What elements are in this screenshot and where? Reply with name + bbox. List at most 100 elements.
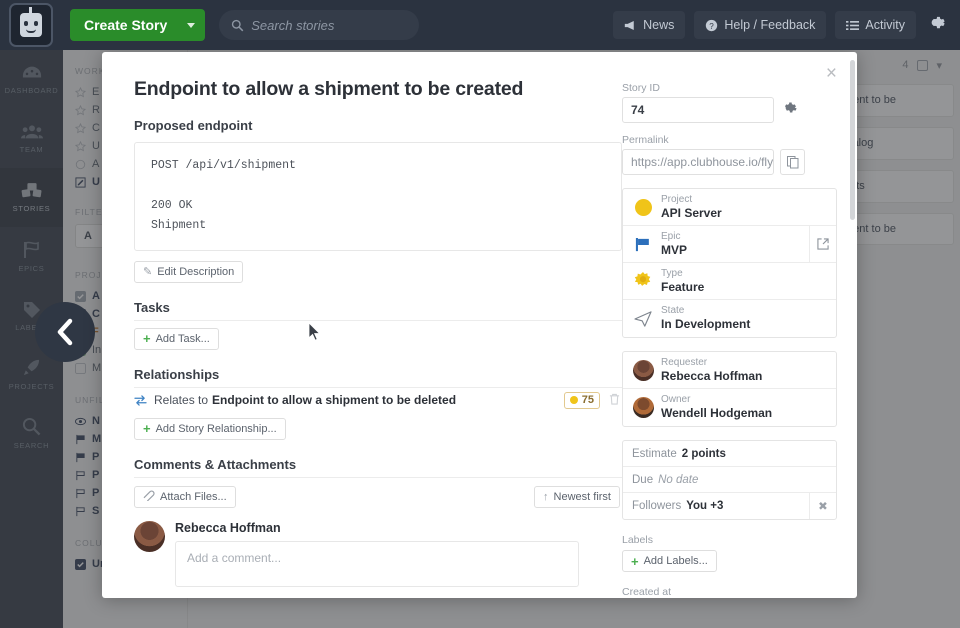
project-dot-icon [632,198,654,216]
create-story-label: Create Story [84,17,168,33]
comment-composer: Rebecca Hoffman Add a comment... [134,520,622,587]
comments-toolbar: Attach Files... ↑ Newest first [134,485,620,508]
person-value: Rebecca Hoffman [661,368,763,383]
plus-icon: + [631,553,639,569]
attribute-row-type[interactable]: Type Feature [623,263,836,300]
collapse-panel-button[interactable] [35,302,95,362]
attribute-row-epic[interactable]: Epic MVP [623,226,836,263]
chevron-left-icon [57,318,73,346]
story-id-row: 74 [622,97,837,123]
story-id-value[interactable]: 74 [622,97,774,123]
attribute-value: In Development [661,317,751,332]
relationship-verb: Relates to [154,393,209,407]
comments-sort-button[interactable]: ↑ Newest first [534,485,620,508]
attribute-row-state[interactable]: State In Development [623,300,836,337]
add-story-relationship-label: Add Story Relationship... [155,422,277,435]
comments-sort-label: Newest first [553,490,611,503]
person-row-requester[interactable]: Requester Rebecca Hoffman [623,352,836,389]
due-value: No date [658,473,699,486]
story-settings-gear-icon[interactable] [783,99,800,121]
plus-icon: + [143,331,151,346]
estimate-row[interactable]: Estimate 2 points [623,441,836,467]
open-external-icon[interactable] [809,226,836,262]
relationship-badge-value: 75 [581,394,594,406]
chevron-down-icon[interactable] [187,22,196,28]
copy-permalink-icon[interactable] [780,149,805,175]
created-at-label: Created at [622,586,672,598]
due-label: Due [632,473,654,486]
news-label: News [643,18,675,32]
close-icon[interactable]: × [826,64,837,83]
relationships-heading: Relationships [134,367,622,388]
person-row-owner[interactable]: Owner Wendell Hodgeman [623,389,836,426]
status-dot-icon [569,396,578,404]
modal-scrollbar[interactable] [850,60,855,220]
description-code-block: POST /api/v1/shipment 200 OK Shipment [134,142,622,251]
megaphone-icon [624,20,634,30]
due-row[interactable]: Due No date [623,467,836,493]
avatar[interactable] [134,520,165,552]
delete-relationship-icon[interactable] [609,393,620,408]
activity-button[interactable]: Activity [835,11,916,39]
permalink-row: https://app.clubhouse.io/flyi... [622,149,837,175]
attribute-label: Type [661,267,683,279]
attach-files-button[interactable]: Attach Files... [134,485,236,508]
attribute-value: API Server [661,205,722,220]
comments-heading: Comments & Attachments [134,457,622,478]
comment-author-name: Rebecca Hoffman [175,520,281,535]
add-labels-button[interactable]: + Add Labels... [622,550,717,572]
attach-files-label: Attach Files... [160,490,227,503]
person-value: Wendell Hodgeman [661,406,773,421]
story-detail-modal: × Endpoint to allow a shipment to be cre… [102,52,857,598]
person-label: Requester [661,356,708,368]
arrow-up-icon: ↑ [543,490,549,503]
search-placeholder: Search stories [251,17,335,33]
story-people-group: Requester Rebecca Hoffman Owner Wendell … [622,351,837,427]
attribute-label: Epic [661,230,681,242]
tasks-heading: Tasks [134,300,622,321]
story-attributes-group: Project API Server Epic MVP Type Feature… [622,188,837,338]
attribute-row-project[interactable]: Project API Server [623,189,836,226]
app-root: Create Story Search stories News ? Help … [0,0,960,628]
search-input[interactable]: Search stories [219,10,420,40]
feature-star-icon [632,272,654,290]
followers-value: You +3 [686,500,724,512]
followers-label: Followers [632,500,682,512]
plus-icon: + [143,421,151,436]
add-labels-label: Add Labels... [643,555,708,567]
paperclip-icon [143,490,155,504]
news-button[interactable]: News [613,11,686,39]
estimate-label: Estimate [632,447,677,460]
relationship-row[interactable]: Relates to Endpoint to allow a shipment … [134,388,620,413]
permalink-label: Permalink [622,134,669,146]
top-bar-actions: News ? Help / Feedback Activity [604,11,960,39]
list-icon [846,20,860,30]
relationship-estimate-badge: 75 [563,391,600,409]
remove-follower-icon[interactable]: ✖ [809,493,836,519]
add-task-button[interactable]: + Add Task... [134,327,219,350]
comment-input[interactable]: Add a comment... [175,540,579,587]
relationship-target[interactable]: Endpoint to allow a shipment to be delet… [212,393,456,407]
modal-main-column: Endpoint to allow a shipment to be creat… [102,52,622,598]
add-story-relationship-button[interactable]: + Add Story Relationship... [134,417,286,440]
avatar [632,359,654,381]
pencil-icon: ✎ [143,266,153,278]
help-feedback-button[interactable]: ? Help / Feedback [694,11,827,39]
permalink-value[interactable]: https://app.clubhouse.io/flyi... [622,149,774,175]
create-story-button[interactable]: Create Story [70,9,206,41]
activity-label: Activity [865,18,905,32]
estimate-value: 2 points [681,447,726,460]
description-heading: Proposed endpoint [134,118,253,133]
edit-description-button[interactable]: ✎ Edit Description [134,260,244,283]
followers-row[interactable]: Followers You +3 ✖ [623,493,836,519]
avatar [632,397,654,418]
page-title: Endpoint to allow a shipment to be creat… [134,78,524,100]
add-task-label: Add Task... [155,332,210,345]
help-circle-icon: ? [706,19,718,31]
clubhouse-robot-logo[interactable] [9,3,53,47]
mouse-cursor [308,322,321,346]
search-icon [232,19,244,31]
story-id-label: Story ID [622,82,660,94]
paper-plane-icon [632,310,654,327]
settings-gear-icon[interactable] [929,12,950,38]
